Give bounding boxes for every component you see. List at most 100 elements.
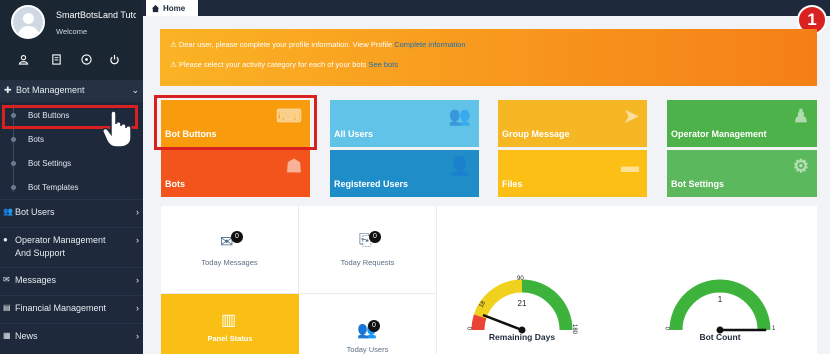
stat-label: Today Messages xyxy=(201,258,258,267)
bullet-icon xyxy=(11,137,16,142)
tab-home-label: Home xyxy=(163,3,186,13)
tile-bot-settings[interactable]: ⚙ Bot Settings xyxy=(667,150,817,197)
stat-today-messages[interactable]: ✉ 0 Today Messages xyxy=(161,206,299,294)
gauge-green-arc xyxy=(521,279,573,331)
tile-group-message[interactable]: ➤ Group Message xyxy=(498,100,647,147)
profile-panel: SmartBotsLand Tuto Welcome xyxy=(0,0,143,80)
notice-banner: ⚠ Dear user, please complete your profil… xyxy=(160,29,817,86)
help-icon[interactable] xyxy=(76,50,96,68)
bullet-icon xyxy=(11,185,16,190)
chevron-down-icon: ⌄ xyxy=(131,85,139,95)
users-icon: 👥 xyxy=(448,106,471,126)
gauge-tick-90: 90 xyxy=(517,276,524,282)
menu-news[interactable]: ▦ News › xyxy=(0,323,143,347)
home-icon xyxy=(151,4,160,12)
android-icon: ☗ xyxy=(285,156,302,176)
chevron-right-icon: › xyxy=(136,275,139,285)
menu-bot-users[interactable]: 👥 Bot Users › xyxy=(0,199,143,223)
tile-label: All Users xyxy=(334,129,374,139)
info-icon: ⚠ xyxy=(170,40,179,49)
stat-panel-status[interactable]: ▥ Panel Status xyxy=(161,294,299,354)
notice-line-bots: ⚠ Please select your activity category f… xyxy=(170,60,398,69)
sidebar: SmartBotsLand Tuto Welcome ✚ Bot Managem… xyxy=(0,0,143,354)
submenu-label: Bot Settings xyxy=(28,159,72,168)
count-badge: 0 xyxy=(369,231,381,243)
submenu-label: Bot Templates xyxy=(28,183,79,192)
gauge-yellow-arc xyxy=(473,279,523,319)
headset-icon: ● xyxy=(3,235,8,244)
gauge-value: 1 xyxy=(718,295,723,304)
tile-all-users[interactable]: 👥 All Users xyxy=(330,100,479,147)
submenu-bot-templates[interactable]: Bot Templates xyxy=(0,178,143,198)
envelope-icon: ✉ xyxy=(3,275,10,284)
bullet-icon xyxy=(11,161,16,166)
chevron-right-icon: › xyxy=(136,207,139,217)
tile-files[interactable]: ▬ Files xyxy=(498,150,647,197)
tab-home[interactable]: Home xyxy=(146,0,198,16)
tile-label: Registered Users xyxy=(334,179,409,189)
tile-label: Operator Management xyxy=(671,129,767,139)
paper-plane-icon: ➤ xyxy=(623,106,639,126)
welcome-text: Welcome xyxy=(56,27,88,36)
gauge-remaining-days: 21 0 18 90 180 Remaining Days xyxy=(453,262,591,352)
tab-bar: Home xyxy=(143,0,830,16)
user-icon: 👤 xyxy=(448,156,471,176)
document-icon: ▤ xyxy=(3,303,11,312)
menu-label: Financial Management xyxy=(15,303,107,313)
chevron-right-icon: › xyxy=(136,303,139,313)
operator-icon: ♟ xyxy=(792,106,809,126)
bar-chart-icon: ▥ xyxy=(221,312,237,329)
menu-label: Bot Users xyxy=(15,207,55,217)
folder-icon: ▬ xyxy=(621,156,639,176)
gauge-label: Bot Count xyxy=(699,332,741,342)
power-icon[interactable] xyxy=(104,50,124,68)
menu-financial-management[interactable]: ▤ Financial Management › xyxy=(0,295,143,319)
tile-label: Bots xyxy=(165,179,185,189)
menu-label: Operator Management And Support xyxy=(15,235,106,258)
highlight-box xyxy=(154,95,317,150)
tile-label: Files xyxy=(502,179,523,189)
robot-icon: ✚ xyxy=(4,85,12,95)
submenu-bot-settings[interactable]: Bot Settings xyxy=(0,154,143,174)
count-badge: 0 xyxy=(231,231,243,243)
tile-label: Group Message xyxy=(502,129,570,139)
user-name: SmartBotsLand Tuto xyxy=(56,10,136,20)
tile-bots[interactable]: ☗ Bots xyxy=(161,150,310,197)
document-icon[interactable] xyxy=(46,50,66,68)
stat-label: Panel Status xyxy=(207,334,253,343)
notice-text: Please select your activity category for… xyxy=(178,60,367,69)
stat-today-requests[interactable]: ⎘ 0 Today Requests xyxy=(299,206,437,294)
notice-text: Dear user, please complete your profile … xyxy=(178,40,393,49)
submenu-label: Bots xyxy=(28,135,45,144)
gauge-remaining-days-chart: 21 0 18 90 180 xyxy=(468,276,577,335)
menu-bot-management[interactable]: ✚ Bot Management ⌄ xyxy=(0,80,143,102)
stat-today-users[interactable]: 👥 0 Today Users xyxy=(299,294,437,354)
avatar[interactable] xyxy=(11,5,45,39)
stat-label: Today Users xyxy=(346,345,389,354)
tile-registered-users[interactable]: 👤 Registered Users xyxy=(330,150,479,197)
menu-label: News xyxy=(15,331,38,341)
gauge-value: 21 xyxy=(518,299,527,308)
menu-label: Bot Management xyxy=(16,85,85,95)
menu-messages[interactable]: ✉ Messages › xyxy=(0,267,143,291)
user-icon[interactable] xyxy=(13,50,33,68)
stats-panel: ✉ 0 Today Messages ⎘ 0 Today Requests ▥ … xyxy=(161,206,817,354)
count-badge: 0 xyxy=(368,320,380,332)
gauge-label: Remaining Days xyxy=(488,332,556,342)
gauge-bot-count: 1 0 1 Bot Count xyxy=(651,262,789,352)
see-bots-link[interactable]: See bots xyxy=(369,60,399,69)
chevron-right-icon: › xyxy=(136,235,139,245)
tile-operator-management[interactable]: ♟ Operator Management xyxy=(667,100,817,147)
gauge-bot-count-chart: 1 0 1 xyxy=(666,279,776,334)
notice-line-profile: ⚠ Dear user, please complete your profil… xyxy=(170,40,466,49)
menu-label: Messages xyxy=(15,275,57,285)
complete-information-link[interactable]: Complete information xyxy=(394,40,465,49)
app: SmartBotsLand Tuto Welcome ✚ Bot Managem… xyxy=(0,0,830,354)
info-icon: ⚠ xyxy=(170,60,179,69)
gauge-green-arc xyxy=(669,279,771,331)
gear-icon: ⚙ xyxy=(792,156,809,176)
chevron-right-icon: › xyxy=(136,331,139,341)
users-icon: 👥 xyxy=(3,207,13,216)
stat-label: Today Requests xyxy=(340,258,395,267)
menu-operator-management[interactable]: ● Operator Management And Support › xyxy=(0,227,143,265)
